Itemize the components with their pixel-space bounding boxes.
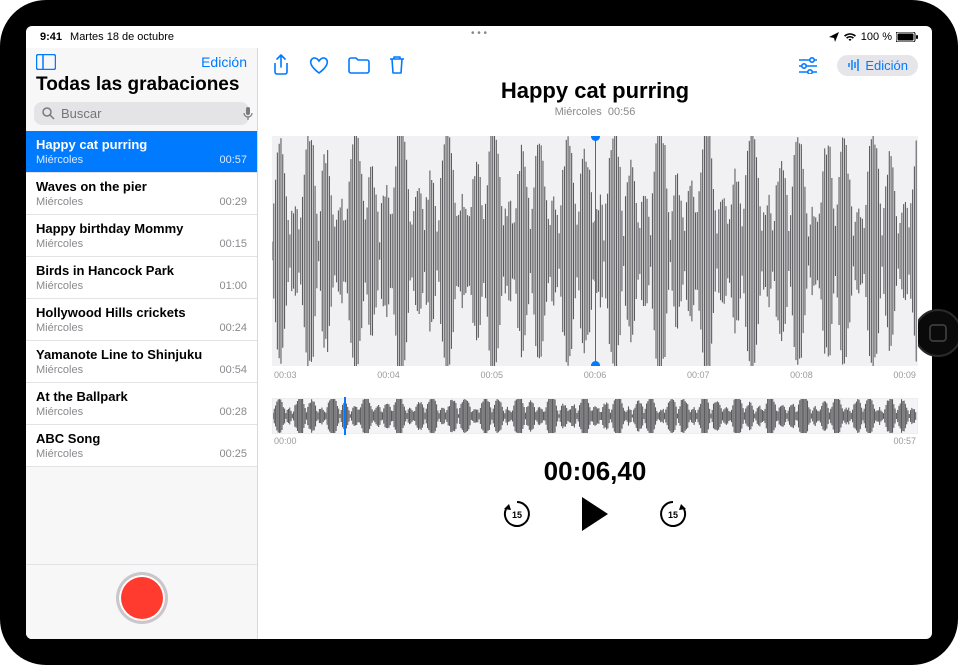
- svg-text:15: 15: [668, 510, 678, 520]
- svg-text:15: 15: [512, 510, 522, 520]
- recording-item[interactable]: Waves on the pier Miércoles 00:29: [26, 173, 257, 215]
- recording-item-title: Waves on the pier: [36, 179, 247, 194]
- detail-pane: Edición Happy cat purring Miércoles 00:5…: [258, 48, 932, 639]
- tick-label: 00:04: [377, 370, 400, 380]
- tick-label: 00:09: [893, 370, 916, 380]
- battery-pct: 100 %: [861, 31, 892, 43]
- recording-item-title: Birds in Hancock Park: [36, 263, 247, 278]
- search-icon: [42, 107, 55, 120]
- recording-item-title: Hollywood Hills crickets: [36, 305, 247, 320]
- tick-label: 00:07: [687, 370, 710, 380]
- recording-item-duration: 01:00: [219, 280, 247, 292]
- trash-icon[interactable]: [388, 55, 406, 75]
- recording-item-duration: 00:28: [219, 406, 247, 418]
- recording-item-title: Happy birthday Mommy: [36, 221, 247, 236]
- detail-edit-label: Edición: [865, 58, 908, 73]
- favorite-icon[interactable]: [308, 55, 330, 75]
- options-icon[interactable]: [797, 56, 819, 74]
- folder-icon[interactable]: [348, 56, 370, 74]
- sidebar: Edición Todas las grabaciones Happy cat …: [26, 48, 258, 639]
- tick-label: 00:05: [480, 370, 503, 380]
- detail-edit-button[interactable]: Edición: [837, 55, 918, 76]
- waveform-overview-ticks: 00:0000:57: [272, 434, 918, 446]
- recording-item-duration: 00:54: [219, 364, 247, 376]
- recording-item-day: Miércoles: [36, 196, 83, 208]
- grabber-dots: • • •: [471, 28, 487, 39]
- overview-playhead[interactable]: [344, 397, 346, 435]
- recording-title[interactable]: Happy cat purring: [272, 78, 918, 104]
- sidebar-title: Todas las grabaciones: [26, 72, 257, 102]
- waveform-main-ticks: 00:03 00:04 00:05 00:06 00:07 00:08 00:09: [272, 366, 918, 380]
- share-icon[interactable]: [272, 54, 290, 76]
- recording-item-duration: 00:25: [219, 448, 247, 460]
- recording-item-duration: 00:15: [219, 238, 247, 250]
- recording-item-title: ABC Song: [36, 431, 247, 446]
- recording-item-day: Miércoles: [36, 406, 83, 418]
- wifi-icon: [843, 32, 857, 42]
- status-date: Martes 18 de octubre: [70, 31, 174, 43]
- home-button[interactable]: [912, 307, 958, 359]
- recording-item[interactable]: Happy cat purring Miércoles 00:57: [26, 131, 257, 173]
- current-time: 00:06,40: [272, 456, 918, 487]
- waveform-main[interactable]: [272, 136, 918, 366]
- search-input[interactable]: [61, 106, 237, 121]
- recording-item-day: Miércoles: [36, 322, 83, 334]
- forward-15-button[interactable]: 15: [656, 497, 690, 531]
- waveform-icon: [847, 58, 861, 72]
- recording-item-day: Miércoles: [36, 364, 83, 376]
- playhead[interactable]: [595, 136, 596, 366]
- recording-subtitle: Miércoles 00:56: [272, 106, 918, 118]
- play-button[interactable]: [578, 495, 612, 533]
- recording-item[interactable]: Happy birthday Mommy Miércoles 00:15: [26, 215, 257, 257]
- recording-item-duration: 00:24: [219, 322, 247, 334]
- waveform-overview[interactable]: [272, 398, 918, 434]
- recording-item-day: Miércoles: [36, 238, 83, 250]
- rewind-15-button[interactable]: 15: [500, 497, 534, 531]
- recording-item[interactable]: Birds in Hancock Park Miércoles 01:00: [26, 257, 257, 299]
- tick-label: 00:06: [584, 370, 607, 380]
- tick-label: 00:03: [274, 370, 297, 380]
- recording-item-day: Miércoles: [36, 154, 83, 166]
- battery-icon: [896, 32, 918, 42]
- recording-item-duration: 00:29: [219, 196, 247, 208]
- tick-label: 00:08: [790, 370, 813, 380]
- recording-item-duration: 00:57: [219, 154, 247, 166]
- recording-item[interactable]: At the Ballpark Miércoles 00:28: [26, 383, 257, 425]
- recording-item-day: Miércoles: [36, 280, 83, 292]
- search-field[interactable]: [34, 102, 249, 125]
- recording-item-title: Happy cat purring: [36, 137, 247, 152]
- recording-item[interactable]: Yamanote Line to Shinjuku Miércoles 00:5…: [26, 341, 257, 383]
- recording-item[interactable]: Hollywood Hills crickets Miércoles 00:24: [26, 299, 257, 341]
- status-time: 9:41: [40, 31, 62, 43]
- sidebar-toggle-icon[interactable]: [36, 54, 56, 70]
- recording-item-day: Miércoles: [36, 448, 83, 460]
- recording-item-title: At the Ballpark: [36, 389, 247, 404]
- mic-icon[interactable]: [243, 107, 253, 121]
- recording-item-title: Yamanote Line to Shinjuku: [36, 347, 247, 362]
- recordings-list[interactable]: Happy cat purring Miércoles 00:57Waves o…: [26, 131, 257, 564]
- sidebar-edit-button[interactable]: Edición: [201, 54, 247, 70]
- record-button[interactable]: [119, 575, 165, 621]
- location-icon: [829, 32, 839, 42]
- recording-item[interactable]: ABC Song Miércoles 00:25: [26, 425, 257, 467]
